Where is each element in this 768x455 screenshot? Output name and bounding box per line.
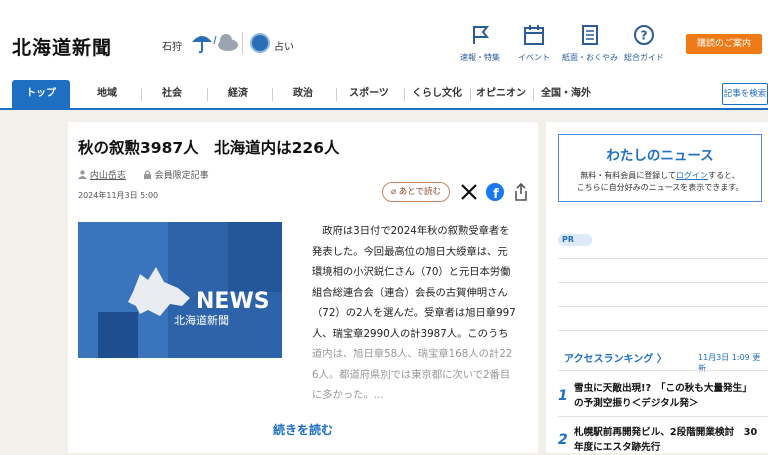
calendar-icon (524, 25, 544, 45)
body-line: 環境相の小沢鋭仁さん（70）と元日本労働 (312, 266, 511, 278)
author-row: 内山岳志 会員限定記事 (78, 168, 209, 181)
nav-print-edition[interactable]: 紙面・おくやみ (560, 24, 620, 63)
tab-politics[interactable]: 政治 (277, 80, 329, 108)
body-line: 組合総連合会（連合）会長の古賀伸明さん (312, 286, 508, 299)
read-later-button[interactable]: ⌀ あとで読む (382, 182, 450, 202)
nav-breaking-news-label: 速報・特集 (460, 53, 500, 62)
header-divider (242, 32, 243, 54)
article-date: 2024年11月3日 5:00 (78, 191, 159, 200)
article-body: 政府は3日付で2024年秋の叙勲受章者を 発表した。今回最高位の旭日大綬章は、元… (312, 221, 526, 406)
article-thumbnail[interactable]: NEWS 北海道新聞 (78, 222, 282, 358)
site-header: 北海道新聞 石狩 占い 速報・特集 イベント 紙面・おくやみ ? 総合ガイド 購… (0, 0, 768, 80)
body-line: 発表した。今回最高位の旭日大綬章は、元 (312, 245, 508, 258)
nav-events[interactable]: イベント (504, 24, 564, 63)
divider (558, 416, 768, 417)
article-title: 秋の叙勲3987人 北海道内は226人 (78, 139, 340, 157)
tab-national-world[interactable]: 全国・海外 (536, 80, 596, 108)
divider (558, 258, 768, 259)
article-card: 秋の叙勲3987人 北海道内は226人 内山岳志 会員限定記事 2024年11月… (68, 122, 538, 453)
pr-badge: PR (558, 234, 592, 246)
body-line: 人、瑞宝章2990人の計3987人。このうち (312, 327, 509, 340)
tab-opinion[interactable]: オピニオン (472, 80, 530, 108)
read-later-label: あとで読む (398, 187, 442, 197)
paperclip-icon: ⌀ (390, 187, 397, 197)
tab-culture[interactable]: くらし文化 (406, 80, 468, 108)
help-icon: ? (634, 25, 654, 45)
tab-top[interactable]: トップ (12, 80, 70, 108)
lock-icon (143, 170, 151, 179)
person-icon (78, 170, 87, 179)
my-news-description: 無料・有料会員に登録してログインすると、 こちらに自分好みのニュースを表示できま… (576, 171, 744, 192)
tab-society[interactable]: 社会 (146, 80, 198, 108)
fortune-label[interactable]: 占い (274, 38, 294, 53)
body-line: 6人。都道府県別では東京都に次いで2番目 (312, 368, 511, 381)
share-icon[interactable] (511, 182, 531, 202)
subscribe-button[interactable]: 購読のご案内 (686, 34, 762, 54)
nav-breaking-news[interactable]: 速報・特集 (450, 24, 510, 63)
newspaper-icon (582, 25, 598, 45)
ranking-number: 1 (558, 388, 568, 404)
nav-print-edition-label: 紙面・おくやみ (562, 53, 618, 62)
member-only-label: 会員限定記事 (154, 171, 209, 181)
x-share-icon[interactable] (459, 182, 479, 202)
tab-economy[interactable]: 経済 (212, 80, 264, 108)
fortune-icon[interactable] (250, 33, 270, 53)
flag-icon (473, 26, 490, 44)
my-news-box: わたしのニュース 無料・有料会員に登録してログインすると、 こちらに自分好みのニ… (558, 134, 762, 202)
read-more-link[interactable]: 続きを読む (68, 421, 538, 438)
body-line: に多かった。... (312, 389, 384, 401)
tab-sports[interactable]: スポーツ (340, 80, 398, 108)
author-name[interactable]: 内山岳志 (90, 171, 126, 181)
ranking-title[interactable]: アクセスランキング 〉 (564, 350, 667, 365)
image-news-text: NEWS (196, 289, 270, 314)
sidebar: わたしのニュース 無料・有料会員に登録してログインすると、 こちらに自分好みのニ… (546, 122, 768, 453)
region-label[interactable]: 石狩 (162, 38, 182, 53)
divider (558, 370, 768, 371)
divider (558, 282, 768, 283)
svg-text:?: ? (641, 29, 648, 43)
ranking-item[interactable]: 札幌駅前再開発ビル、2段階開業検討 30 年度にエスタ跡先行 (574, 425, 768, 455)
weather-icon[interactable] (190, 30, 240, 54)
body-line: （72）の2人を選んだ。受章者は旭日章997 (312, 307, 516, 319)
body-line: 道内は、旭日章58人、瑞宝章168人の計22 (312, 348, 513, 360)
main-nav: トップ 地域 社会 経済 政治 スポーツ くらし文化 オピニオン 全国・海外 記… (0, 80, 768, 110)
nav-guide-label: 総合ガイド (624, 53, 664, 62)
facebook-share-icon[interactable]: f (485, 182, 505, 202)
divider (558, 330, 768, 331)
tab-region[interactable]: 地域 (78, 80, 136, 108)
login-link[interactable]: ログイン (676, 171, 708, 180)
ranking-item[interactable]: 雪虫に天敵出現!? 「この秋も大量発生」 の予測空振り＜デジタル発＞ (574, 381, 768, 411)
article-search-button[interactable]: 記事を検索 (722, 83, 768, 105)
my-news-title: わたしのニュース (606, 148, 714, 164)
divider (558, 306, 768, 307)
image-logo-text: 北海道新聞 (174, 313, 229, 327)
svg-text:f: f (493, 187, 499, 202)
site-logo[interactable]: 北海道新聞 (12, 33, 112, 60)
ranking-number: 2 (558, 432, 568, 448)
body-line: 政府は3日付で2024年秋の叙勲受章者を (312, 225, 510, 237)
nav-events-label: イベント (518, 53, 550, 62)
nav-guide[interactable]: ? 総合ガイド (614, 24, 674, 63)
chevron-right-icon: 〉 (656, 354, 667, 365)
